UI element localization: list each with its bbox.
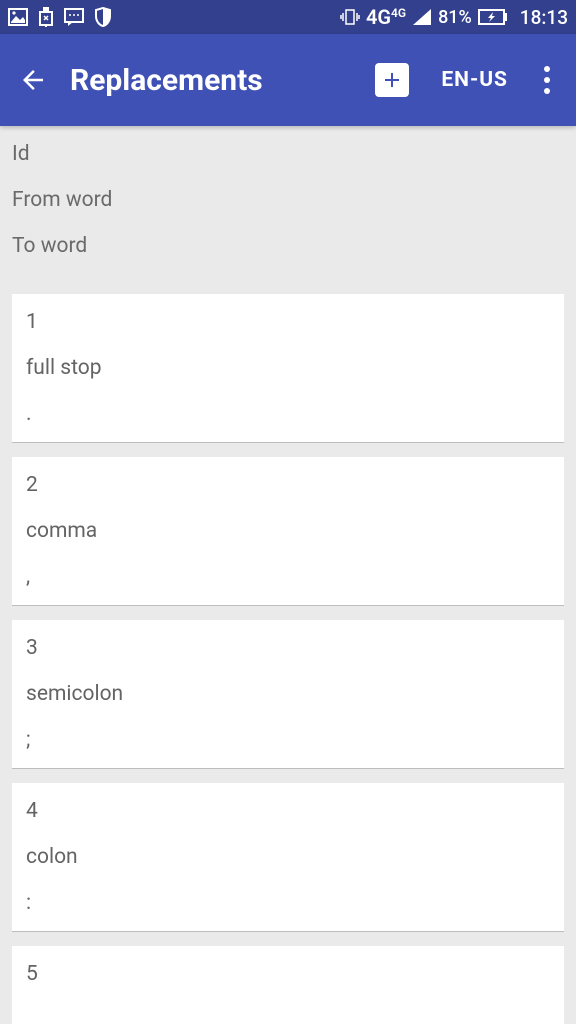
item-id: 1: [26, 310, 550, 334]
header-from: From word: [12, 188, 564, 212]
header-to: To word: [12, 234, 564, 258]
message-icon: [64, 7, 84, 27]
add-button[interactable]: [375, 63, 409, 97]
item-id: 2: [26, 473, 550, 497]
battery-level: 81%: [438, 7, 472, 28]
status-left: [8, 7, 112, 27]
back-button[interactable]: [14, 65, 52, 95]
more-menu-button[interactable]: [532, 60, 562, 100]
network-type: 4G4G: [366, 5, 406, 29]
usb-icon: [38, 7, 54, 27]
item-to: .: [26, 402, 550, 426]
item-to: [26, 1008, 550, 1024]
clock: 18:13: [520, 6, 568, 29]
status-right: 4G4G 81% 18:13: [340, 5, 568, 29]
item-to: ;: [26, 728, 550, 752]
item-from: semicolon: [26, 682, 550, 706]
shield-icon: [94, 7, 112, 27]
page-title: Replacements: [62, 63, 365, 98]
status-bar: 4G4G 81% 18:13: [0, 0, 576, 34]
replacement-item[interactable]: 2 comma,: [12, 457, 564, 606]
item-from: full stop: [26, 356, 550, 380]
replacement-item[interactable]: 5: [12, 946, 564, 1024]
signal-icon: [412, 8, 432, 26]
replacement-item[interactable]: 1 full stop.: [12, 294, 564, 443]
header-id: Id: [12, 142, 564, 166]
item-to: :: [26, 891, 550, 915]
picture-icon: [8, 8, 28, 26]
content-area: Id From word To word 1 full stop. 2 comma, 3…: [0, 126, 576, 1024]
item-from: colon: [26, 845, 550, 869]
item-id: 3: [26, 636, 550, 660]
item-id: 4: [26, 799, 550, 823]
language-selector[interactable]: EN-US: [441, 68, 508, 92]
item-id: 5: [26, 962, 550, 986]
replacement-item[interactable]: 4 colon:: [12, 783, 564, 932]
app-bar: Replacements EN-US: [0, 34, 576, 126]
column-headers: Id From word To word: [0, 126, 576, 280]
vibrate-icon: [340, 8, 360, 26]
replacement-list: 1 full stop. 2 comma, 3 semicolon; 4 colon: 5: [0, 294, 576, 1024]
item-from: comma: [26, 519, 550, 543]
item-to: ,: [26, 565, 550, 589]
battery-charging-icon: [478, 9, 508, 25]
replacement-item[interactable]: 3 semicolon;: [12, 620, 564, 769]
